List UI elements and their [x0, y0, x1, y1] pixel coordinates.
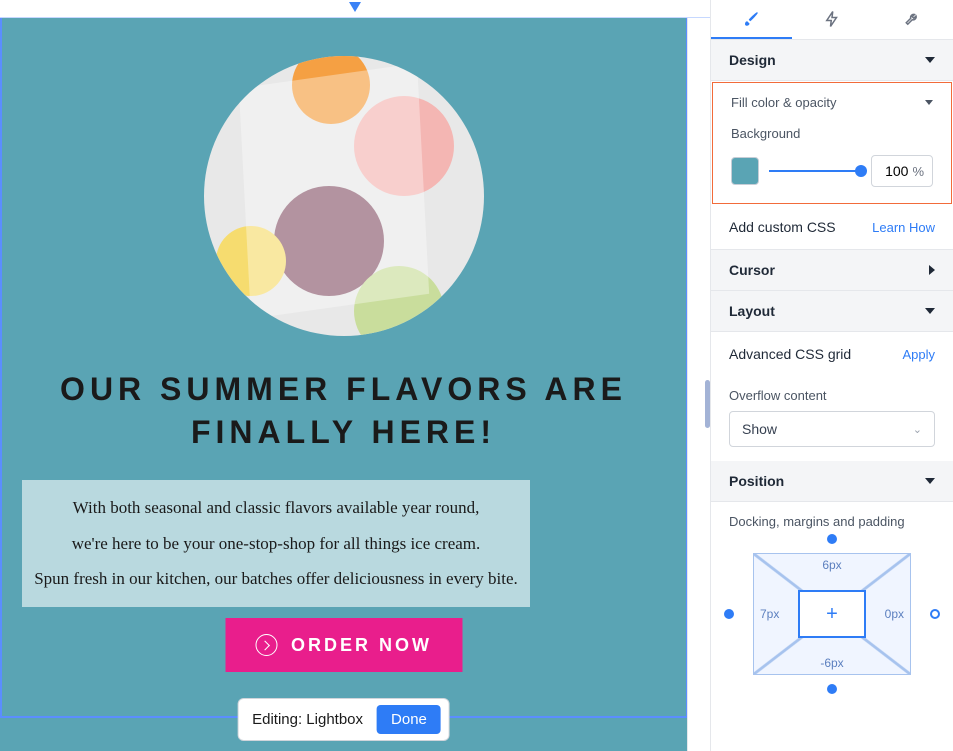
- opacity-slider[interactable]: [769, 162, 861, 180]
- padding-add-button[interactable]: +: [798, 590, 866, 638]
- description-line: With both seasonal and classic flavors a…: [30, 490, 522, 526]
- margin-right-value[interactable]: 0px: [885, 607, 904, 621]
- chevron-right-icon: [929, 265, 935, 275]
- slider-knob[interactable]: [855, 165, 867, 177]
- ruler-handle-icon[interactable]: [349, 2, 361, 12]
- description-line: we're here to be your one-stop-shop for …: [30, 526, 522, 562]
- design-canvas[interactable]: Our summer flavors are finally here! Wit…: [0, 18, 688, 751]
- docking-control[interactable]: 6px 7px 0px -6px +: [729, 539, 935, 689]
- headline[interactable]: Our summer flavors are finally here!: [0, 368, 687, 454]
- fill-opacity-toggle[interactable]: Fill color & opacity: [713, 83, 951, 116]
- editing-indicator: Editing: Lightbox Done: [237, 698, 450, 741]
- advanced-grid-row: Advanced CSS grid Apply: [711, 332, 953, 376]
- hero-image[interactable]: [204, 56, 484, 336]
- inspector-tabs: [711, 0, 953, 40]
- tab-interactions[interactable]: [792, 0, 873, 39]
- advanced-grid-label: Advanced CSS grid: [729, 346, 851, 362]
- section-position[interactable]: Position: [711, 461, 953, 502]
- background-label: Background: [713, 116, 951, 149]
- add-custom-css-row: Add custom CSS Learn How: [711, 205, 953, 250]
- inspector-panel: Design Fill color & opacity Background %…: [710, 0, 953, 751]
- opacity-value-field[interactable]: [880, 163, 908, 179]
- wrench-icon: [904, 10, 922, 28]
- overflow-select[interactable]: Show ⌄: [729, 411, 935, 447]
- tab-settings[interactable]: [872, 0, 953, 39]
- overflow-label: Overflow content: [711, 376, 953, 411]
- custom-css-label: Add custom CSS: [729, 219, 836, 235]
- section-title: Design: [729, 52, 776, 68]
- chevron-down-icon: [925, 57, 935, 63]
- arrow-circle-icon: [255, 634, 277, 656]
- description-box[interactable]: With both seasonal and classic flavors a…: [22, 480, 530, 607]
- lightning-icon: [823, 10, 841, 28]
- scrollbar-thumb[interactable]: [705, 380, 710, 428]
- chevron-down-icon: [925, 100, 933, 105]
- tab-design[interactable]: [711, 0, 792, 39]
- editing-label: Editing: Lightbox: [252, 711, 363, 728]
- margin-bottom-value[interactable]: -6px: [820, 656, 843, 670]
- ruler-top[interactable]: [0, 0, 710, 18]
- margin-top-value[interactable]: 6px: [822, 558, 841, 572]
- opacity-input[interactable]: %: [871, 155, 933, 187]
- chevron-down-icon: [925, 478, 935, 484]
- percent-unit: %: [912, 164, 924, 179]
- order-now-button[interactable]: Order Now: [225, 618, 462, 672]
- dock-anchor-left[interactable]: [724, 609, 734, 619]
- chevron-down-icon: ⌄: [913, 423, 922, 436]
- dock-anchor-right[interactable]: [930, 609, 940, 619]
- apply-link[interactable]: Apply: [902, 347, 935, 362]
- dock-anchor-top[interactable]: [827, 534, 837, 544]
- background-color-swatch[interactable]: [731, 157, 759, 185]
- chevron-down-icon: [925, 308, 935, 314]
- section-design[interactable]: Design: [711, 40, 953, 81]
- margin-left-value[interactable]: 7px: [760, 607, 779, 621]
- section-layout[interactable]: Layout: [711, 291, 953, 332]
- dock-anchor-bottom[interactable]: [827, 684, 837, 694]
- overflow-value: Show: [742, 421, 777, 437]
- done-button[interactable]: Done: [377, 705, 441, 734]
- section-title: Layout: [729, 303, 775, 319]
- section-cursor[interactable]: Cursor: [711, 250, 953, 291]
- fill-opacity-label: Fill color & opacity: [731, 95, 836, 110]
- description-line: Spun fresh in our kitchen, our batches o…: [30, 561, 522, 597]
- order-now-label: Order Now: [291, 635, 432, 656]
- paintbrush-icon: [742, 10, 760, 28]
- learn-how-link[interactable]: Learn How: [872, 220, 935, 235]
- fill-opacity-highlight: Fill color & opacity Background %: [712, 82, 952, 204]
- section-title: Cursor: [729, 262, 775, 278]
- section-title: Position: [729, 473, 784, 489]
